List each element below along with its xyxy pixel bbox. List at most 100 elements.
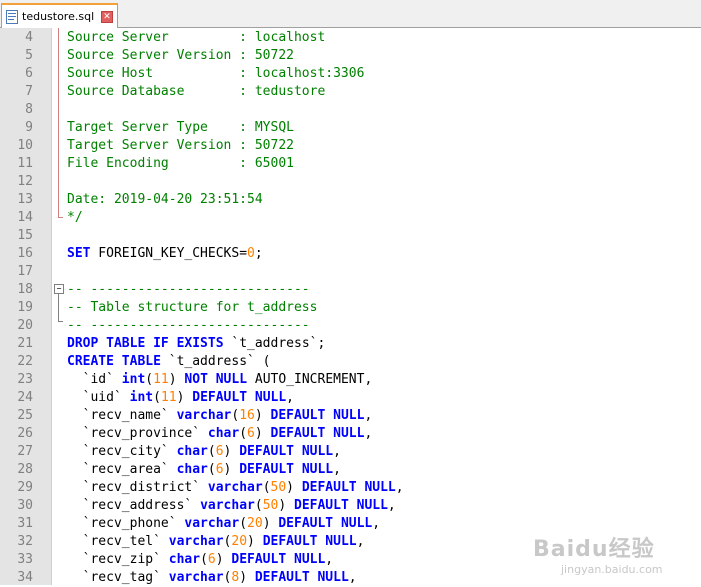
code-line[interactable]: 6 Source Host : localhost:3306 [0, 65, 701, 83]
line-number: 22 [17, 354, 33, 369]
code-token: DEFAULT NULL [239, 444, 334, 459]
code-line[interactable]: 29 `recv_district` varchar(50) DEFAULT N… [0, 479, 701, 497]
code-token: ( [254, 498, 263, 513]
code-line[interactable]: 20 -- ---------------------------- [0, 317, 701, 335]
code-line[interactable]: 8 [0, 101, 701, 119]
code-token: ; [254, 246, 263, 261]
code-line[interactable]: 23 `id` int(11) NOT NULL AUTO_INCREMENT, [0, 371, 701, 389]
line-code: */ [67, 209, 83, 227]
line-number: 26 [17, 426, 33, 441]
code-token: `recv_tel` [67, 534, 169, 549]
code-line[interactable]: 10 Target Server Version : 50722 [0, 137, 701, 155]
close-icon[interactable]: ✕ [101, 10, 113, 23]
line-code: `id` int(11) NOT NULL AUTO_INCREMENT, [67, 371, 373, 389]
code-token: ( [153, 390, 161, 405]
code-token: 6 [207, 552, 216, 567]
code-token: `recv_phone` [67, 516, 185, 531]
code-line[interactable]: 4 Source Server : localhost [0, 29, 701, 47]
line-code: -- Table structure for t_address [67, 299, 317, 317]
code-line[interactable]: 30 `recv_address` varchar(50) DEFAULT NU… [0, 497, 701, 515]
code-token: `recv_district` [67, 480, 208, 495]
line-number: 18 [17, 282, 33, 297]
code-token: DEFAULT NULL [278, 516, 373, 531]
code-line[interactable]: 27 `recv_city` char(6) DEFAULT NULL, [0, 443, 701, 461]
line-code: CREATE TABLE `t_address` ( [67, 353, 271, 371]
code-line[interactable]: 24 `uid` int(11) DEFAULT NULL, [0, 389, 701, 407]
code-line[interactable]: 13 Date: 2019-04-20 23:51:54 [0, 191, 701, 209]
code-line[interactable]: 9 Target Server Type : MYSQL [0, 119, 701, 137]
line-number: 33 [17, 552, 33, 567]
line-code: `recv_area` char(6) DEFAULT NULL, [67, 461, 341, 479]
code-line[interactable]: 11 File Encoding : 65001 [0, 155, 701, 173]
code-token: ( [207, 462, 216, 477]
code-token: , [325, 552, 334, 567]
line-code: Date: 2019-04-20 23:51:54 [67, 191, 263, 209]
code-token: `recv_city` [67, 444, 177, 459]
line-code: `recv_phone` varchar(20) DEFAULT NULL, [67, 515, 380, 533]
code-token: , [372, 516, 381, 531]
code-token: , [395, 480, 404, 495]
code-token: 11 [153, 372, 169, 387]
code-token: ( [145, 372, 154, 387]
code-token: DEFAULT NULL [239, 462, 334, 477]
code-token: ) [262, 516, 279, 531]
code-token: `recv_zip` [67, 552, 169, 567]
code-token: DEFAULT NULL [262, 534, 357, 549]
line-number: 30 [17, 498, 33, 513]
code-token: `recv_area` [67, 462, 177, 477]
code-line[interactable]: 17 [0, 263, 701, 281]
watermark: Baidu经验 jingyan.baidu.com [533, 531, 693, 581]
line-code: -- ---------------------------- [67, 281, 310, 299]
code-token: -- ---------------------------- [67, 282, 310, 297]
code-editor[interactable]: − 4 Source Server : localhost 5 Source Serv… [0, 28, 701, 585]
code-line[interactable]: 15 [0, 227, 701, 245]
line-code: Source Server : localhost [67, 29, 325, 47]
code-line[interactable]: 21 DROP TABLE IF EXISTS `t_address`; [0, 335, 701, 353]
tab-tedustore-sql[interactable]: tedustore.sql ✕ [1, 3, 118, 28]
code-line[interactable]: 25 `recv_name` varchar(16) DEFAULT NULL, [0, 407, 701, 425]
code-token: SET [67, 246, 91, 261]
line-number: 28 [17, 462, 33, 477]
line-code: Source Database : tedustore [67, 83, 325, 101]
code-token: `recv_tag` [67, 570, 169, 585]
code-token: DEFAULT NULL [192, 390, 287, 405]
code-token: , [387, 498, 396, 513]
code-line[interactable]: 26 `recv_province` char(6) DEFAULT NULL, [0, 425, 701, 443]
tab-label: tedustore.sql [22, 10, 95, 23]
code-token: ) [176, 390, 193, 405]
code-token: `recv_province` [67, 426, 208, 441]
code-line[interactable]: 7 Source Database : tedustore [0, 83, 701, 101]
code-token: Target Server Type : MYSQL [67, 120, 294, 135]
line-code: `recv_district` varchar(50) DEFAULT NULL… [67, 479, 404, 497]
code-line[interactable]: 12 [0, 173, 701, 191]
line-number: 10 [17, 138, 33, 153]
line-number: 17 [17, 264, 33, 279]
code-token: ) [223, 444, 240, 459]
code-line[interactable]: 5 Source Server Version : 50722 [0, 47, 701, 65]
watermark-main: Baidu经验 [533, 537, 655, 562]
code-token: -- ---------------------------- [67, 318, 310, 333]
code-token: , [348, 570, 357, 585]
line-code: -- ---------------------------- [67, 317, 310, 335]
line-code: Source Host : localhost:3306 [67, 65, 364, 83]
code-token: AUTO_INCREMENT, [247, 372, 373, 387]
code-token: `t_address`; [223, 336, 326, 351]
line-code: `recv_tel` varchar(20) DEFAULT NULL, [67, 533, 365, 551]
code-token: ( [200, 552, 208, 567]
code-token: 16 [239, 408, 255, 423]
line-code: `uid` int(11) DEFAULT NULL, [67, 389, 294, 407]
code-line[interactable]: 22 CREATE TABLE `t_address` ( [0, 353, 701, 371]
code-token: DEFAULT NULL [301, 480, 396, 495]
code-line[interactable]: 28 `recv_area` char(6) DEFAULT NULL, [0, 461, 701, 479]
line-number: 24 [17, 390, 33, 405]
code-line[interactable]: 19 -- Table structure for t_address [0, 299, 701, 317]
code-line[interactable]: 18 -- ---------------------------- [0, 281, 701, 299]
code-line[interactable]: 16 SET FOREIGN_KEY_CHECKS=0; [0, 245, 701, 263]
code-line[interactable]: 14 */ [0, 209, 701, 227]
line-number: 32 [17, 534, 33, 549]
line-code: Target Server Type : MYSQL [67, 119, 294, 137]
line-number: 5 [25, 48, 33, 63]
line-number: 11 [17, 156, 33, 171]
code-token: int [129, 390, 154, 405]
code-token: ) [278, 498, 294, 513]
